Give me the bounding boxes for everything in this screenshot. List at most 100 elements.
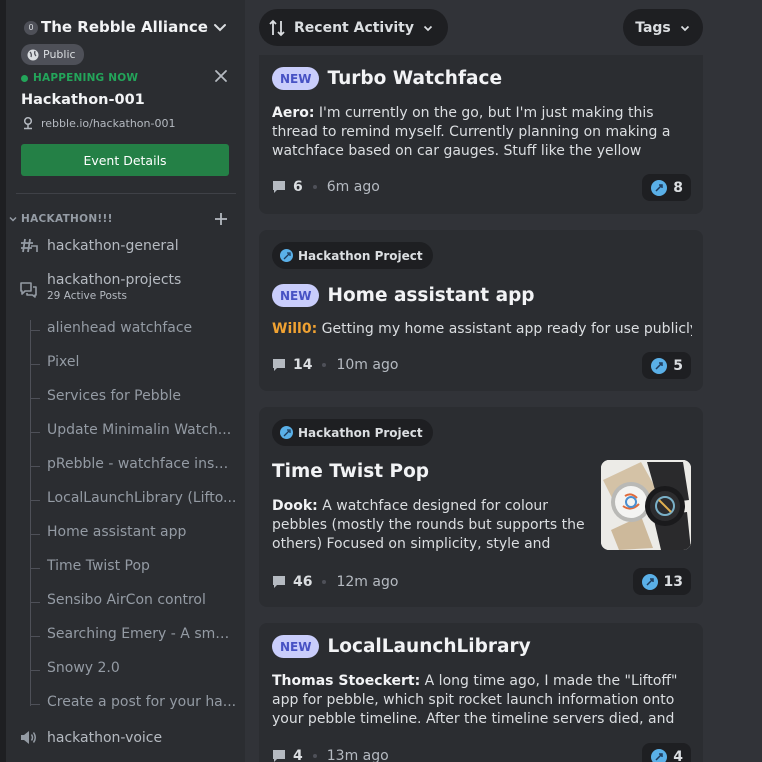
sidebar-thread-item[interactable]: LocalLaunchLibrary (Lifto...: [47, 490, 237, 506]
sidebar-thread-item[interactable]: Searching Emery - A smal...: [47, 626, 237, 642]
thread-connector: [30, 704, 40, 705]
dot-separator: [322, 580, 327, 584]
post-title: Turbo Watchface: [327, 68, 503, 89]
channel-sidebar: 0 The Rebble Alliance Public HAPPENING N…: [0, 0, 245, 762]
active-posts-count: 29 Active Posts: [47, 290, 127, 302]
channel-hackathon-voice[interactable]: hackathon-voice: [19, 728, 162, 747]
post-preview-text: I'm currently on the go, but I'm just ma…: [272, 105, 671, 159]
globe-icon: [27, 49, 39, 60]
sidebar-thread-item[interactable]: Home assistant app: [47, 524, 237, 540]
reaction-button[interactable]: 4: [642, 743, 691, 762]
sort-icon: [269, 19, 285, 36]
new-badge: NEW: [272, 284, 320, 307]
post-preview: Dook: A watchface designed for colour pe…: [272, 497, 590, 554]
thread-connector: [30, 602, 40, 603]
post-preview-text: A watchface designed for colour pebbles …: [272, 498, 585, 552]
sidebar-thread-item[interactable]: Snowy 2.0: [47, 660, 237, 676]
post-title-row: NEW Home assistant app: [272, 284, 535, 307]
sidebar-thread-item[interactable]: Update Minimalin Watch...: [47, 422, 237, 438]
hackathon-tag-icon: [280, 249, 293, 262]
post-meta: 46 12m ago: [272, 574, 398, 590]
post-author: Will0:: [272, 321, 318, 337]
post-tag-label: Hackathon Project: [298, 425, 423, 440]
post-tag: Hackathon Project: [272, 242, 433, 269]
channel-hackathon-general[interactable]: hackathon-general: [19, 236, 179, 255]
reaction-count: 13: [663, 573, 683, 590]
forum-post[interactable]: NEW Turbo Watchface Aero: I'm currently …: [259, 55, 703, 214]
reaction-button[interactable]: 8: [642, 174, 691, 201]
comment-count: 6: [293, 179, 303, 195]
forum-main: Recent Activity Tags NEW Turbo Watchface…: [245, 0, 762, 762]
thread-connector: [30, 500, 40, 501]
post-time: 10m ago: [336, 357, 399, 373]
forum-post[interactable]: NEW LocalLaunchLibrary Thomas Stoeckert:…: [259, 623, 703, 762]
comment-icon: [273, 576, 285, 588]
dot-separator: [312, 185, 317, 189]
post-author: Aero:: [272, 105, 315, 121]
location-pin-icon: [23, 116, 33, 130]
category-label: HACKATHON!!!: [21, 213, 113, 225]
thread-connector: [30, 432, 40, 433]
comment-count: 14: [293, 357, 313, 373]
post-title: Home assistant app: [327, 285, 535, 306]
channel-hackathon-projects[interactable]: hackathon-projects 29 Active Posts: [19, 272, 181, 302]
thread-connector: [30, 568, 40, 569]
forum-post[interactable]: Hackathon Project NEW Home assistant app…: [259, 230, 703, 391]
sidebar-thread-item[interactable]: Time Twist Pop: [47, 558, 237, 574]
reaction-button[interactable]: 5: [642, 352, 691, 379]
server-header: 0 The Rebble Alliance Public HAPPENING N…: [6, 0, 245, 190]
reaction-button[interactable]: 13: [632, 568, 691, 595]
channel-label: hackathon-voice: [47, 729, 163, 746]
close-icon[interactable]: [214, 69, 228, 83]
post-preview-text: Getting my home assistant app ready for …: [321, 321, 692, 337]
comment-count: 46: [293, 574, 313, 590]
thread-connector: [30, 364, 40, 365]
thread-connector: [30, 330, 40, 331]
chevron-down-icon: [423, 25, 433, 31]
rocket-emoji-icon: [651, 357, 668, 374]
sidebar-thread-item[interactable]: Pixel: [47, 354, 237, 370]
add-channel-icon[interactable]: [213, 211, 229, 227]
sidebar-thread-item[interactable]: Services for Pebble: [47, 388, 237, 404]
reaction-count: 5: [673, 357, 683, 374]
post-preview: Aero: I'm currently on the go, but I'm j…: [272, 104, 692, 161]
sidebar-thread-item[interactable]: Sensibo AirCon control: [47, 592, 237, 608]
post-meta: 6 6m ago: [272, 179, 380, 195]
post-time: 12m ago: [336, 574, 399, 590]
sidebar-thread-item[interactable]: alienhead watchface: [47, 320, 237, 336]
chevron-down-icon[interactable]: [212, 19, 228, 35]
post-author: Dook:: [272, 498, 318, 514]
server-name[interactable]: The Rebble Alliance: [41, 18, 208, 36]
category-header[interactable]: HACKATHON!!!: [8, 210, 233, 228]
post-thumbnail[interactable]: [601, 460, 691, 550]
reaction-count: 4: [673, 748, 683, 762]
sort-button[interactable]: Recent Activity: [259, 9, 448, 46]
tags-button[interactable]: Tags: [623, 9, 703, 46]
sidebar-thread-item[interactable]: pRebble - watchface inspi...: [47, 456, 237, 472]
thread-tree-line: [30, 320, 31, 706]
post-title: Time Twist Pop: [272, 461, 430, 482]
divider: [16, 193, 236, 194]
post-title-row: NEW Turbo Watchface: [272, 67, 502, 90]
sidebar-thread-item[interactable]: Create a post for your ha...: [47, 694, 237, 710]
post-title-row: Time Twist Pop: [272, 461, 429, 482]
comment-icon: [273, 750, 285, 762]
post-preview: Thomas Stoeckert: A long time ago, I mad…: [272, 672, 692, 729]
server-badge: 0: [24, 21, 38, 35]
post-author: Thomas Stoeckert:: [272, 673, 421, 689]
chevron-down-icon: [9, 216, 17, 222]
event-details-button[interactable]: Event Details: [21, 144, 229, 176]
forum-post[interactable]: Hackathon Project Time Twist Pop Dook: A…: [259, 407, 703, 607]
speaker-icon: [21, 731, 36, 744]
reaction-count: 8: [673, 179, 683, 196]
post-tag: Hackathon Project: [272, 419, 433, 446]
comment-icon: [273, 359, 285, 371]
event-status: HAPPENING NOW: [21, 72, 138, 84]
live-dot-icon: [21, 74, 28, 82]
channel-label: hackathon-general: [47, 237, 179, 254]
sort-label: Recent Activity: [294, 19, 414, 36]
thread-connector: [30, 534, 40, 535]
event-location: rebble.io/hackathon-001: [21, 116, 175, 130]
post-time: 6m ago: [326, 179, 380, 195]
event-name: Hackathon-001: [21, 92, 145, 108]
